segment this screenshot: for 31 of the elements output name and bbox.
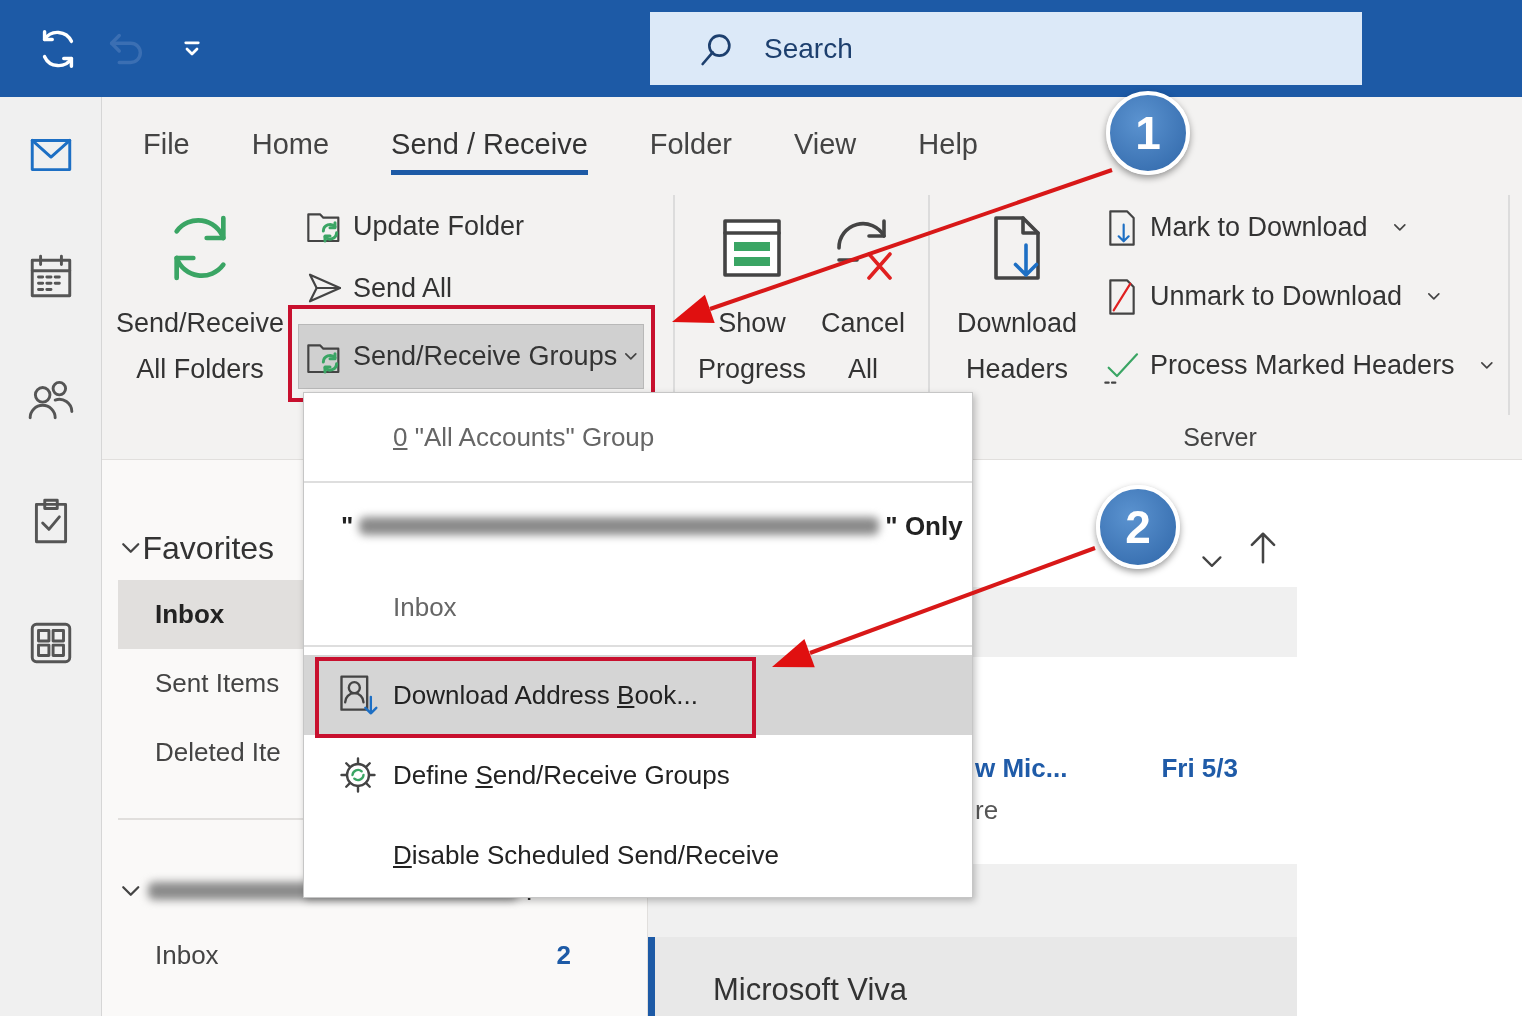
folder-item[interactable]: Inbox 2 [118,921,647,990]
quote-mark: " [341,509,354,543]
message-sender: Microsoft Viva [713,972,908,1007]
dropdown-button[interactable]: Unmark to Download [1095,262,1447,331]
message-sender: w Mic... [975,752,1068,785]
chevron-down-icon [1202,555,1222,567]
ribbon-tab[interactable]: View [793,116,857,176]
group-label: Server [1183,421,1257,453]
menu-item[interactable]: Download Address Book... [304,655,972,735]
dropdown-button[interactable]: Mark to Download [1095,193,1413,262]
section-header[interactable]: Favorites [102,515,281,580]
ribbon-tab[interactable]: Help [918,116,978,176]
message-date: Fri 5/3 [1161,752,1238,785]
ribbon-tab[interactable]: Home [251,116,330,176]
dropdown-button[interactable]: Send/Receive Groups [298,324,644,389]
menu-header-label: " Only [885,509,963,543]
ribbon-button[interactable]: Send/Receive All Folders [112,195,288,415]
ribbon-tab[interactable]: Send / Receive [391,116,588,176]
message-item[interactable]: Microsoft Viva [648,937,1297,1016]
search-field[interactable]: Search [650,12,1362,85]
menu-item[interactable]: Define Send/Receive Groups [304,735,972,815]
chevron-down-icon [122,542,140,553]
ribbon-button[interactable]: Send All [298,257,460,319]
chevron-down-icon [122,886,140,896]
menu-item[interactable]: Disable Scheduled Send/Receive [304,815,972,895]
ribbon-button[interactable]: Update Folder [298,195,532,257]
ribbon-tab[interactable]: File [143,116,190,176]
dropdown-button[interactable]: Process Marked Headers [1095,331,1500,400]
ribbon-tab[interactable]: Folder [649,116,732,176]
unread-count: 2 [556,939,571,972]
message-preview: re [975,794,1000,827]
